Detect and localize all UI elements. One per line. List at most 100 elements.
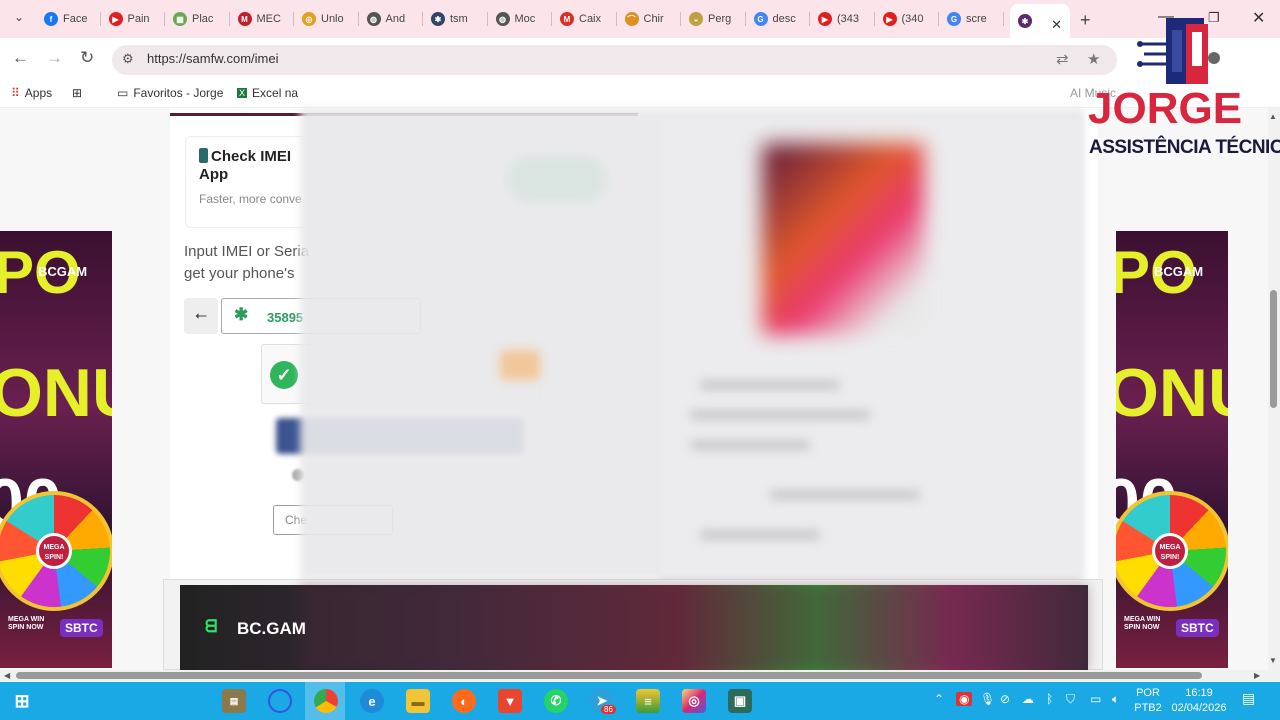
firefox-icon[interactable]: ◐ [452,689,476,713]
blurred-text [770,490,920,500]
tab-favicon-icon: ◍ [366,12,381,26]
scroll-down-icon[interactable]: ▼ [1269,656,1277,665]
cortana-icon[interactable] [268,689,292,713]
reload-icon[interactable]: ↻ [80,48,94,68]
app-window-icon[interactable]: ▣ [728,689,752,713]
close-tab-icon[interactable]: ✕ [1051,17,1062,33]
app-stack-icon[interactable]: ≡ [636,689,660,713]
ad-wheel-hub: MEGA SPIN! [36,533,72,569]
browser-tab[interactable]: ▶ (340 [875,6,939,32]
tray-status-icon[interactable]: ⊘ [1000,692,1010,706]
url-text[interactable]: https://samfw.com/imei [147,51,278,66]
tab-label: Perg [708,13,732,25]
new-tab-icon[interactable]: + [1080,10,1091,31]
scroll-right-icon[interactable]: ▶ [1254,671,1260,680]
telegram-badge: 86 [601,705,616,714]
browser-tab[interactable]: ▶ (343 [810,6,875,32]
bookmark-excel[interactable]: X Excel na [237,86,298,100]
tab-search-icon[interactable]: ⌄ [14,10,24,24]
blurred-text [500,350,540,380]
ad-wheel-hub: MEGA SPIN! [1152,533,1188,569]
tab-label: scre [966,13,987,25]
checkmark-icon[interactable]: ✓ [270,361,298,389]
ad-coin: SBTC [1176,619,1219,637]
language-indicator[interactable]: POR PTB2 [1132,686,1164,716]
notification-icon[interactable]: ▤ [1242,690,1255,707]
browser-tab[interactable]: Gscre [939,6,1004,32]
browser-tab[interactable]: ◒ Perg [681,6,746,32]
horizontal-scroll-thumb[interactable] [16,672,1202,679]
tab-label: Pain [127,13,150,25]
tab-favicon-icon: ◎ [302,12,316,26]
browser-tab[interactable]: f Face [36,6,101,32]
network-icon[interactable]: ▭ [1090,692,1101,706]
browser-tab[interactable]: M MEC [230,6,294,32]
volume-icon[interactable]: 🔈︎ [1112,692,1119,707]
ad-banner-left[interactable]: PO BCGAM ONU 00 MEGA SPIN! MEGA WIN SPIN… [0,231,112,668]
bluetooth-icon[interactable]: ᛒ [1046,692,1053,706]
tray-app-icon[interactable]: ◉ [956,692,973,706]
bookmark-tab-groups[interactable]: ⊞ [72,86,82,100]
imei-value[interactable]: 35895 [267,310,303,325]
browser-tab[interactable]: M Caix [552,6,617,32]
samfw-favicon-icon: ✱ [1018,14,1032,28]
usb-icon: ⭠ [194,307,207,324]
tab-label: MEC [256,13,281,25]
bookmark-favoritos[interactable]: ▭ Favoritos - Jorge [117,86,223,100]
watermark-name: JORGE [1088,84,1243,133]
back-icon[interactable]: ← [12,48,29,68]
instagram-icon[interactable]: ◎ [682,689,706,713]
browser-tab[interactable]: ◍ And [359,6,423,32]
browser-tab[interactable]: Gdesc [746,6,810,32]
ad-brand: BCGAM [38,264,88,279]
brave-icon[interactable]: ▼ [498,689,522,713]
browser-tab[interactable]: ⌒ Chir [617,6,681,32]
whatsapp-icon[interactable]: ✆ [544,689,568,713]
browser-tab[interactable]: ◎ Unlo [294,6,359,32]
ad-headline: ONU [0,355,112,431]
phone-icon [199,148,208,163]
tab-favicon-icon: f [44,12,58,26]
tab-favicon-icon: ▶ [882,12,897,26]
forward-icon[interactable]: → [46,48,63,68]
usb-button[interactable]: ⭠ [184,298,218,334]
windows-start-icon[interactable]: ⊞ [10,689,34,713]
tab-label: (340 [901,13,924,25]
folder-icon: ▭ [117,86,129,100]
bookmark-apps[interactable]: ⠿ Apps [11,86,52,100]
ad-bottom-brand: BC.GAM [237,619,306,638]
ad-banner-right[interactable]: PO BCGAM ONU 00 MEGA SPIN! MEGA WIN SPIN… [1116,231,1228,668]
clock[interactable]: 16:19 02/04/2026 [1166,686,1232,716]
translate-icon[interactable]: ⇄ [1056,50,1069,68]
onedrive-icon[interactable]: ☁ [1022,692,1034,706]
tab-favicon-icon: ✱ [431,12,445,26]
tray-chevron-icon[interactable]: ⌃ [934,692,944,706]
browser-tab[interactable]: ✱ tsm [423,6,488,32]
tab-active[interactable]: ✱ ✕ [1010,4,1070,38]
microphone-icon[interactable]: 🎙︎ [980,692,995,706]
browser-tab[interactable]: ▶ Pain [101,6,165,32]
grid-icon: ⊞ [72,86,83,100]
tab-favicon-icon: ▦ [173,12,187,26]
tab-label: Chir [643,13,664,25]
jorge-logo-icon [1137,18,1220,84]
scroll-up-icon[interactable]: ▲ [1269,112,1277,121]
file-explorer-icon[interactable]: ▬ [406,689,430,713]
ad-coin: SBTC [60,619,103,637]
scroll-left-icon[interactable]: ◀ [4,671,10,680]
blurred-region [300,585,1088,670]
blurred-text [700,530,820,540]
chrome-icon[interactable] [314,689,338,713]
shield-icon[interactable]: ⛉ [1066,692,1075,707]
edge-icon[interactable]: e [360,689,384,713]
site-info-icon[interactable]: ⚙ [122,51,134,67]
browser-tab[interactable]: ◍ Moc [488,6,552,32]
bookmark-star-icon[interactable]: ★ [1087,50,1100,68]
vertical-scroll-thumb[interactable] [1270,290,1277,408]
close-window-icon[interactable]: ✕ [1252,8,1265,28]
tab-favicon-icon: M [560,12,574,26]
browser-tab[interactable]: ▦ Plac [165,6,230,32]
tab-favicon-icon: ◒ [689,12,703,26]
app-icon[interactable]: ▤ [222,689,246,713]
blurred-text [690,410,870,420]
